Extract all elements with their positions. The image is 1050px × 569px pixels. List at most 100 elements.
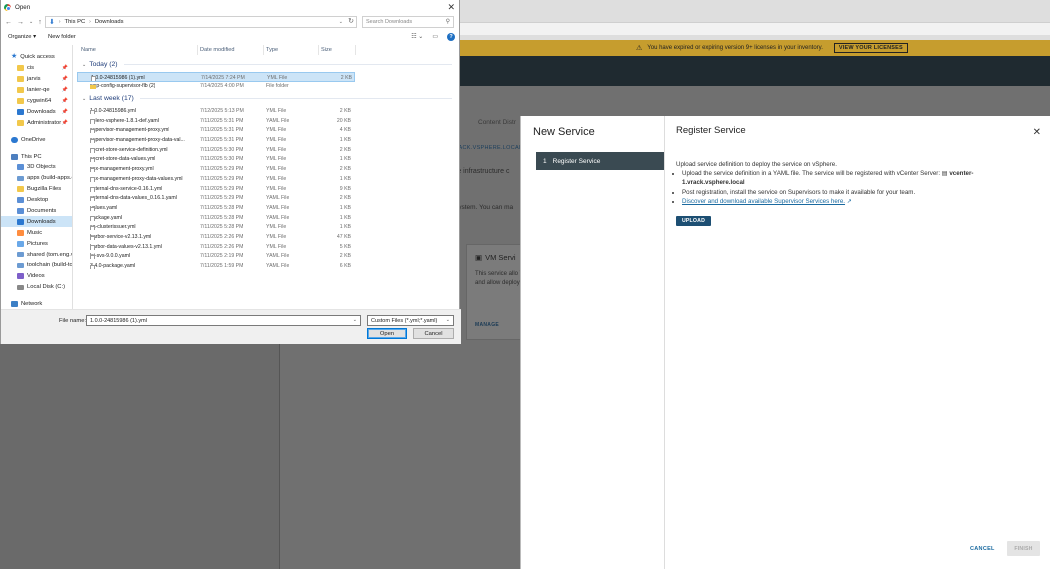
file-row[interactable]: package.yaml 7/11/2025 5:28 PM YAML File 1 … bbox=[77, 213, 355, 223]
close-icon[interactable]: ✕ bbox=[447, 2, 455, 13]
nav-item-label: cygwin64 bbox=[27, 98, 52, 104]
nav-item-label: Videos bbox=[27, 273, 45, 280]
column-size[interactable]: Size bbox=[321, 47, 332, 53]
chevron-down-icon[interactable]: ⌄ bbox=[339, 19, 343, 25]
nav-item-3d-objects[interactable]: 3D Objects bbox=[1, 162, 72, 173]
nav-item-videos[interactable]: Videos bbox=[1, 271, 72, 282]
column-date-modified[interactable]: Date modified bbox=[200, 47, 235, 53]
file-row[interactable]: external-dns-service-0.16.1.yml 7/11/2025… bbox=[77, 184, 355, 194]
nav-item-cis[interactable]: cis 📌 bbox=[1, 63, 72, 74]
view-licenses-button[interactable]: VIEW YOUR LICENSES bbox=[833, 43, 908, 53]
manage-link[interactable]: MANAGE bbox=[475, 322, 499, 328]
nav-item-local-disk-c[interactable]: Local Disk (C:) bbox=[1, 282, 72, 293]
folder-icon bbox=[17, 98, 24, 104]
file-type-select[interactable]: Custom Files (*.yml;*.yaml) ⌄ bbox=[367, 315, 454, 326]
file-row[interactable]: nsx-management-proxy.yml 7/11/2025 5:29 P… bbox=[77, 165, 355, 175]
cancel-button[interactable]: Cancel bbox=[413, 328, 454, 339]
refresh-icon[interactable]: ↻ bbox=[348, 17, 354, 25]
column-type[interactable]: Type bbox=[266, 47, 278, 53]
nav-item-apps-build-apps-er[interactable]: apps (build-apps.er bbox=[1, 173, 72, 184]
nav-item-bugzilla-files[interactable]: Bugzilla Files bbox=[1, 184, 72, 195]
nav-item-onedrive[interactable]: OneDrive bbox=[1, 134, 72, 145]
pin-icon[interactable]: 📌 bbox=[62, 76, 68, 82]
preview-pane-icon[interactable]: ▭ bbox=[432, 33, 438, 41]
file-row[interactable]: 3.4.0-package.yaml 7/11/2025 1:59 PM YAML … bbox=[77, 262, 355, 272]
file-name-label: File name: bbox=[59, 318, 87, 324]
finish-button[interactable]: FINISH bbox=[1007, 541, 1040, 556]
pin-icon[interactable]: 📌 bbox=[62, 98, 68, 104]
chevron-down-icon[interactable]: ⌄ bbox=[446, 317, 450, 323]
file-row[interactable]: wcp-config-supervisor-flb (2) 7/14/2025 4… bbox=[77, 82, 355, 92]
address-breadcrumb[interactable]: ⬇ › This PC › Downloads ⌄ ↻ bbox=[45, 16, 357, 28]
pin-icon[interactable]: 📌 bbox=[62, 120, 68, 126]
file-row[interactable]: supervisor-management-proxy.yml 7/11/2025… bbox=[77, 126, 355, 136]
file-row[interactable]: ca-clusterissuer.yml 7/11/2025 5:28 PM YML… bbox=[77, 223, 355, 233]
group-header[interactable]: ⌄ Today (2) bbox=[82, 61, 452, 68]
chevron-down-icon[interactable]: ⌄ bbox=[82, 96, 86, 102]
pin-icon[interactable]: 📌 bbox=[62, 87, 68, 93]
file-row[interactable]: values.yaml 7/11/2025 5:28 PM YAML File 1 K… bbox=[77, 203, 355, 213]
help-icon[interactable]: ? bbox=[447, 33, 455, 41]
cancel-button[interactable]: CANCEL bbox=[970, 546, 995, 552]
file-size: 1 KB bbox=[339, 214, 351, 221]
recent-dropdown-icon[interactable]: ⌄ bbox=[29, 19, 33, 25]
chevron-down-icon[interactable]: ⌄ bbox=[353, 317, 357, 323]
file-icon bbox=[90, 264, 95, 270]
organize-menu[interactable]: Organize ▾ bbox=[8, 34, 36, 40]
new-folder-button[interactable]: New folder bbox=[48, 34, 76, 40]
nav-item-cygwin64[interactable]: cygwin64 📌 bbox=[1, 96, 72, 107]
up-arrow-icon[interactable]: ↑ bbox=[38, 19, 42, 26]
nav-item-label: Downloads bbox=[27, 218, 56, 225]
nav-item-toolchain-build-toc[interactable]: toolchain (build-toc bbox=[1, 260, 72, 271]
file-icon bbox=[91, 76, 96, 81]
nav-item-network[interactable]: Network bbox=[1, 299, 72, 310]
open-button[interactable]: Open bbox=[367, 328, 407, 339]
file-row[interactable]: nsx-management-proxy-data-values.yml 7/11… bbox=[77, 174, 355, 184]
nav-item-jarvis[interactable]: jarvis 📌 bbox=[1, 74, 72, 85]
file-row[interactable]: harbor-service-v2.13.1.yml 7/11/2025 2:26… bbox=[77, 233, 355, 243]
forward-arrow-icon[interactable]: → bbox=[17, 19, 24, 26]
upload-button[interactable]: UPLOAD bbox=[676, 216, 711, 226]
pin-icon[interactable]: 📌 bbox=[62, 65, 68, 71]
file-name: wcp-config-supervisor-flb (2) bbox=[90, 83, 156, 90]
file-row[interactable]: secret-store-service-definition.yml 7/11/… bbox=[77, 145, 355, 155]
view-options-icon[interactable]: ☷ ⌄ bbox=[411, 33, 423, 41]
tab-content-distribution[interactable]: Content Distr bbox=[478, 119, 516, 126]
group-header[interactable]: ⌄ Last week (17) bbox=[82, 95, 452, 102]
nav-item-this-pc[interactable]: This PC bbox=[1, 151, 72, 162]
search-input[interactable]: Search Downloads ⚲ bbox=[362, 16, 454, 28]
file-row[interactable]: secret-store-data-values.yml 7/11/2025 5:… bbox=[77, 155, 355, 165]
nav-item-lanier-qe[interactable]: lanier-qe 📌 bbox=[1, 85, 72, 96]
nav-item-pictures[interactable]: Pictures bbox=[1, 238, 72, 249]
file-row[interactable]: 1.0.0-24815986 (1).yml 7/14/2025 7:24 PM Y… bbox=[77, 72, 355, 82]
wizard-content: Register Service ✕ Upload service defini… bbox=[665, 116, 1050, 569]
nav-item-music[interactable]: Music bbox=[1, 227, 72, 238]
search-placeholder: Search Downloads bbox=[366, 19, 413, 25]
music-icon bbox=[17, 229, 24, 236]
file-row[interactable]: external-dns-data-values_0.16.1.yaml 7/11… bbox=[77, 194, 355, 204]
file-row[interactable]: supervisor-management-proxy-data-val... 7… bbox=[77, 136, 355, 146]
nav-item-desktop[interactable]: Desktop bbox=[1, 195, 72, 206]
breadcrumb-this-pc[interactable]: This PC bbox=[65, 19, 86, 25]
chevron-down-icon[interactable]: ⌄ bbox=[82, 62, 86, 68]
close-icon[interactable]: ✕ bbox=[1033, 127, 1041, 138]
nav-item-quick-access[interactable]: ★ Quick access bbox=[1, 52, 72, 63]
nav-item-label: Local Disk (C:) bbox=[27, 284, 66, 291]
step-register-service[interactable]: 1 Register Service bbox=[536, 152, 664, 170]
file-name-input[interactable]: 1.0.0-24815986 (1).yml ⌄ bbox=[86, 315, 361, 326]
column-name[interactable]: Name bbox=[81, 47, 96, 53]
discover-services-link[interactable]: Discover and download available Supervis… bbox=[682, 198, 845, 205]
file-row[interactable]: velero-vsphere-1.8.1-def.yaml 7/11/2025 5… bbox=[77, 116, 355, 126]
nav-item-downloads[interactable]: Downloads 📌 bbox=[1, 106, 72, 117]
nav-item-downloads[interactable]: Downloads bbox=[1, 216, 72, 228]
nav-item-shared-tom-eng-vn[interactable]: shared (tom.eng.vn bbox=[1, 249, 72, 260]
file-row[interactable]: harbor-data-values-v2.13.1.yml 7/11/2025 … bbox=[77, 242, 355, 252]
nav-item-documents[interactable]: Documents bbox=[1, 206, 72, 217]
nav-item-administrator[interactable]: Administrator 📌 bbox=[1, 117, 72, 128]
back-arrow-icon[interactable]: ← bbox=[5, 19, 12, 26]
vcenter-link[interactable]: VACK.VSPHERE.LOCAL bbox=[455, 145, 522, 151]
file-row[interactable]: lci-svs-9.0.0.yaml 7/11/2025 2:19 PM YAML … bbox=[77, 252, 355, 262]
pin-icon[interactable]: 📌 bbox=[62, 109, 68, 115]
breadcrumb-downloads[interactable]: Downloads bbox=[95, 19, 124, 25]
file-row[interactable]: 1.0.0-24815986.yml 7/12/2025 5:13 PM YML F… bbox=[77, 106, 355, 116]
